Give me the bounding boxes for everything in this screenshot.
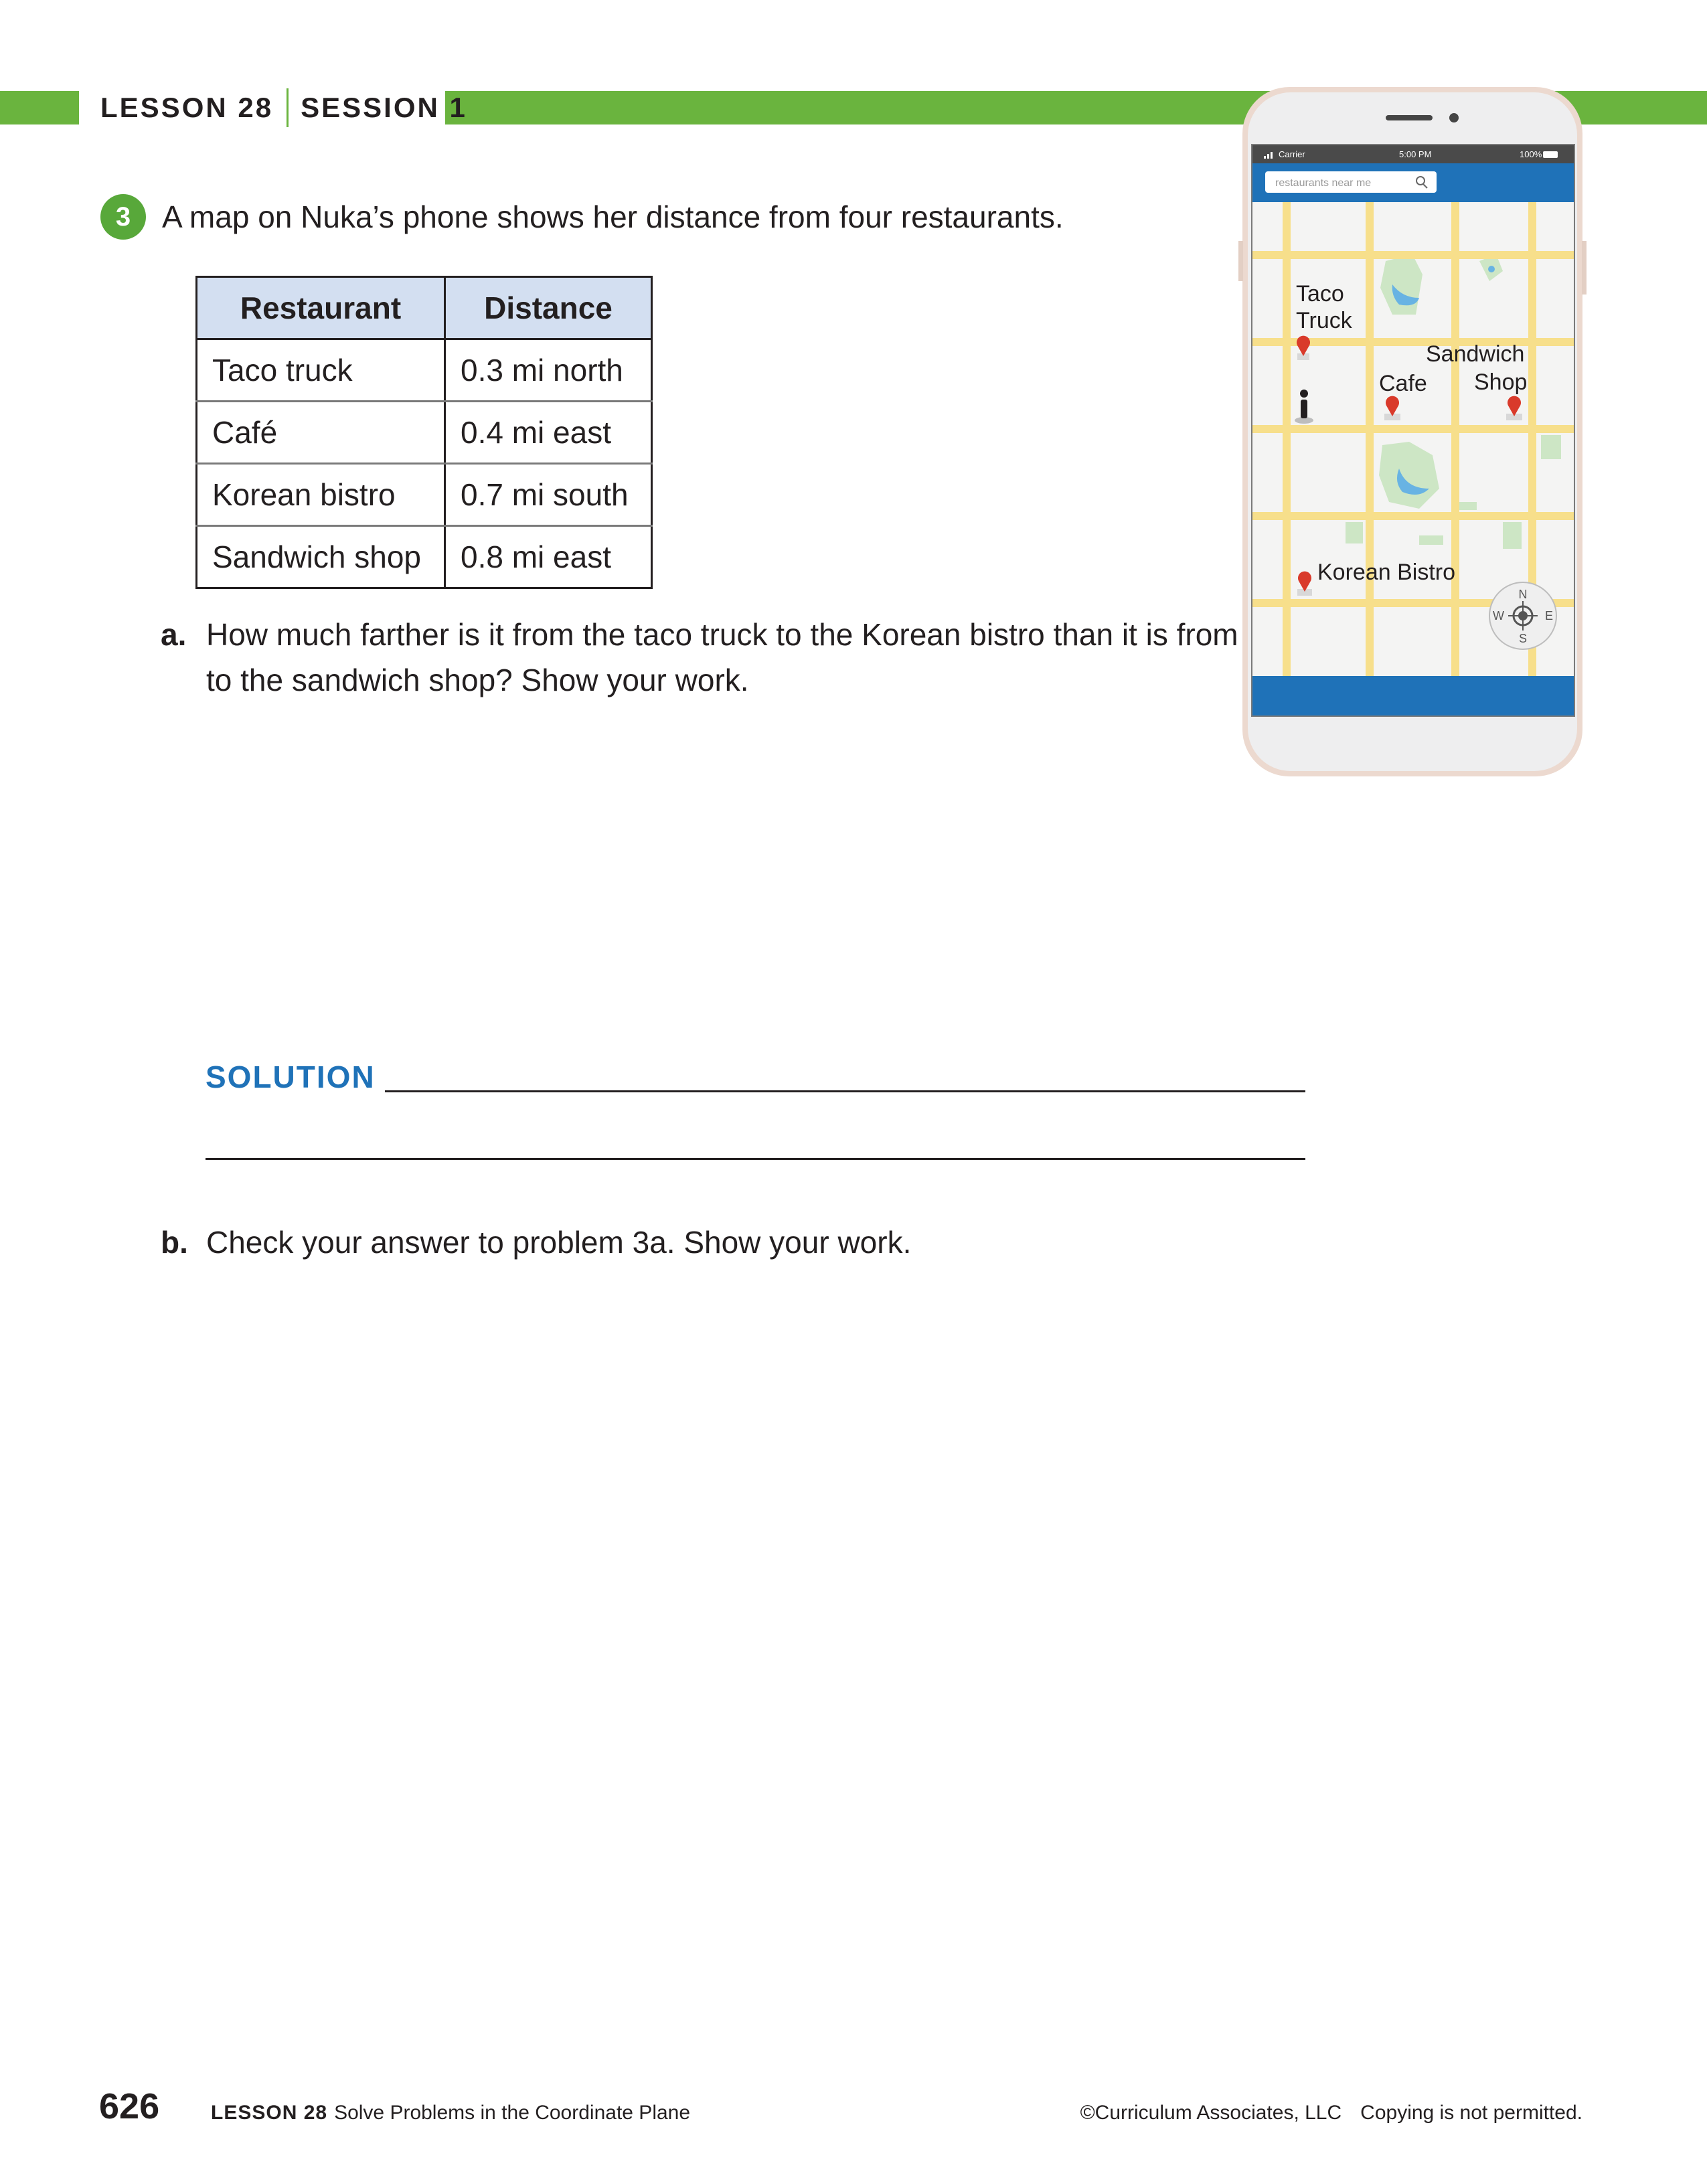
- compass-west: W: [1493, 609, 1504, 622]
- phone-side-button: [1238, 241, 1243, 281]
- part-a-text: How much farther is it from the taco tru…: [206, 617, 1357, 697]
- cell-distance: 0.3 mi north: [444, 338, 653, 402]
- header-band-left: [0, 91, 79, 124]
- table-row: Korean bistro 0.7 mi south: [195, 463, 653, 527]
- cell-restaurant: Korean bistro: [195, 463, 446, 527]
- table-row: Sandwich shop 0.8 mi east: [195, 525, 653, 589]
- part-b-text: Check your answer to problem 3a. Show yo…: [206, 1225, 912, 1260]
- table-row: Café 0.4 mi east: [195, 400, 653, 465]
- compass-east: E: [1545, 609, 1553, 622]
- lesson-label: LESSON 28: [100, 92, 274, 123]
- cell-distance: 0.4 mi east: [444, 400, 653, 465]
- copy-notice: Copying is not permitted.: [1360, 2102, 1582, 2124]
- status-time: 5:00 PM: [1399, 149, 1431, 159]
- label-cafe: Cafe: [1379, 371, 1427, 396]
- session-label: SESSION 1: [301, 92, 467, 123]
- compass-south: S: [1519, 632, 1527, 645]
- header-restaurant: Restaurant: [195, 276, 446, 340]
- status-battery: 100%: [1520, 149, 1542, 159]
- label-sandwich-shop-2: Shop: [1474, 369, 1527, 395]
- cell-distance: 0.7 mi south: [444, 463, 653, 527]
- question-number-badge: 3: [100, 194, 146, 240]
- footer-copyright: ©Curriculum Associates, LLC Copying is no…: [1080, 2102, 1582, 2124]
- label-sandwich-shop-1: Sandwich: [1426, 341, 1524, 367]
- label-taco-truck-2: Truck: [1296, 308, 1353, 333]
- solution-answer-line-1[interactable]: [385, 1090, 1305, 1092]
- phone-speaker: [1386, 115, 1433, 120]
- battery-icon: [1543, 151, 1558, 158]
- distance-table: Restaurant Distance Taco truck 0.3 mi no…: [195, 276, 653, 589]
- header-distance: Distance: [444, 276, 653, 340]
- search-placeholder: restaurants near me: [1275, 177, 1371, 189]
- cell-distance: 0.8 mi east: [444, 525, 653, 589]
- table-header-row: Restaurant Distance: [195, 276, 653, 340]
- phone-side-button: [1582, 241, 1587, 295]
- table-row: Taco truck 0.3 mi north: [195, 338, 653, 402]
- tag-separator: [287, 88, 289, 127]
- cell-restaurant: Taco truck: [195, 338, 446, 402]
- footer-lesson: LESSON 28 Solve Problems in the Coordinat…: [211, 2102, 690, 2124]
- label-korean-bistro: Korean Bistro: [1317, 560, 1455, 585]
- compass-icon: N S E W: [1489, 582, 1557, 650]
- solution-answer-line-2[interactable]: [206, 1158, 1305, 1160]
- part-b-label: b.: [161, 1225, 188, 1260]
- label-taco-truck-1: Taco: [1296, 281, 1344, 307]
- phone-camera: [1449, 113, 1459, 122]
- part-a-label: a.: [161, 617, 187, 652]
- lesson-session-tag: LESSON 28 SESSION 1: [100, 88, 467, 127]
- status-carrier: Carrier: [1279, 149, 1305, 159]
- solution-label: SOLUTION: [206, 1060, 376, 1094]
- footer-lesson-label: LESSON 28: [211, 2102, 328, 2124]
- cell-restaurant: Sandwich shop: [195, 525, 446, 589]
- page-number: 626: [99, 2086, 160, 2126]
- cell-restaurant: Café: [195, 400, 446, 465]
- copyright-text: ©Curriculum Associates, LLC: [1080, 2102, 1342, 2124]
- compass-north: N: [1519, 588, 1528, 601]
- question-prompt: A map on Nuka’s phone shows her distance…: [162, 199, 1064, 234]
- footer-lesson-title: Solve Problems in the Coordinate Plane: [334, 2102, 691, 2124]
- phone-map-illustration: Carrier 5:00 PM 100% restaurants near me: [1238, 87, 1587, 776]
- bottom-bar: [1252, 676, 1574, 716]
